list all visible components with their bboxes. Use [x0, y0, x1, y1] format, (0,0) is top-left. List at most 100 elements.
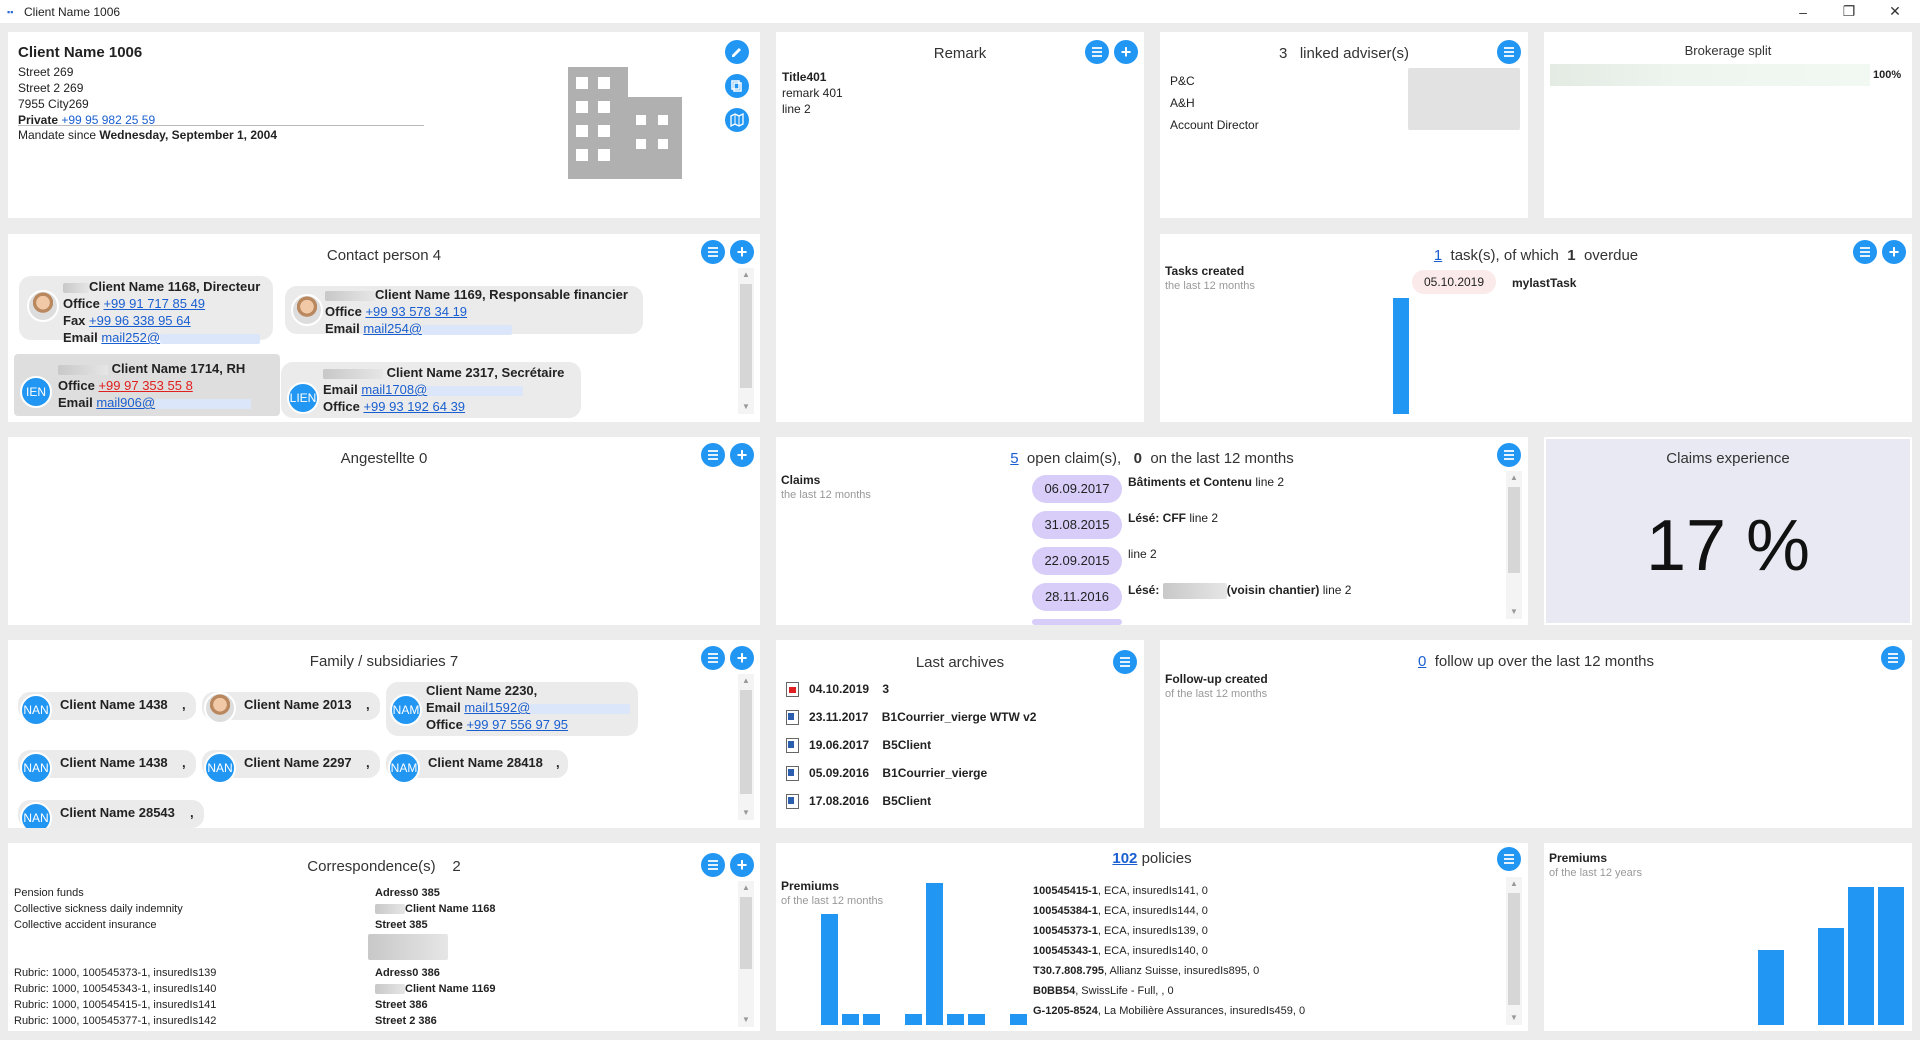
office-phone-link[interactable]: +99 97 556 97 95 — [466, 717, 568, 732]
family-card: Family / subsidiaries 7 + ▲ ▼ NAN Client N… — [8, 640, 760, 828]
client-city: 7955 City269 — [18, 97, 89, 111]
advisers-list-button[interactable] — [1497, 40, 1521, 64]
family-member[interactable]: NAM Client Name 28418, — [386, 750, 568, 784]
policy-detail: , SwissLife - Full, , 0 — [1075, 985, 1174, 997]
tasks-add-button[interactable]: + — [1882, 240, 1906, 264]
member-name: Client Name 28543 — [60, 805, 175, 820]
archive-name[interactable]: B1Courrier_vierge — [882, 766, 987, 780]
family-member[interactable]: NAN Client Name 28543, — [18, 800, 204, 828]
fax-link[interactable]: +99 96 338 95 64 — [89, 313, 191, 328]
policies-scrollbar[interactable]: ▲ ▼ — [1506, 877, 1522, 1025]
list-icon — [1092, 47, 1102, 57]
correspondence-add-button[interactable]: + — [730, 853, 754, 877]
policy-id[interactable]: B0BB54 — [1033, 985, 1075, 997]
email-link[interactable]: mail1592@ — [464, 700, 530, 715]
claim-date[interactable]: 22.09.2015 — [1032, 547, 1122, 575]
policy-id[interactable]: 100545373-1 — [1033, 925, 1098, 937]
list-icon — [1120, 657, 1130, 667]
correspondence-list-button[interactable] — [701, 853, 725, 877]
remark-add-button[interactable]: + — [1114, 40, 1138, 64]
divider — [18, 125, 424, 126]
archive-name[interactable]: B1Courrier_vierge WTW v2 — [882, 710, 1037, 724]
contact-person[interactable]: Client Name 1168, Directeur Office +99 9… — [19, 276, 273, 345]
close-button[interactable]: ✕ — [1872, 0, 1918, 23]
advisers-card: 3 linked adviser(s) P&C A&H Account Dire… — [1160, 32, 1528, 218]
avatar: IEN — [20, 376, 52, 408]
archive-name[interactable]: B5Client — [882, 738, 931, 752]
policies-list-button[interactable] — [1497, 847, 1521, 871]
list-icon — [1504, 450, 1514, 460]
claim-date[interactable]: 28.11.2016 — [1032, 583, 1122, 611]
remark-list-button[interactable] — [1085, 40, 1109, 64]
brokerage-card: Brokerage split 100% — [1544, 32, 1912, 218]
member-suffix: , — [366, 755, 370, 770]
archive-name[interactable]: 3 — [882, 682, 889, 696]
list-icon — [708, 860, 718, 870]
copy-button[interactable] — [725, 74, 749, 98]
policy-id[interactable]: T30.7.808.795 — [1033, 965, 1104, 977]
contact-person[interactable]: IEN Client Name 1714, RH Office +99 97 3… — [14, 354, 280, 416]
archive-date: 23.11.2017 — [809, 710, 869, 724]
policy-id[interactable]: 100545384-1 — [1033, 905, 1098, 917]
office-phone-link[interactable]: +99 93 192 64 39 — [363, 399, 465, 414]
family-member[interactable]: NAN Client Name 1438, — [18, 692, 196, 726]
email-link[interactable]: mail252@ — [101, 330, 160, 345]
family-member[interactable]: Client Name 2013, — [202, 692, 380, 724]
claims-list-button[interactable] — [1497, 443, 1521, 467]
claim-date[interactable]: 31.08.2015 — [1032, 511, 1122, 539]
family-list-button[interactable] — [701, 646, 725, 670]
angestellte-add-button[interactable]: + — [730, 443, 754, 467]
tasks-count-link[interactable]: 1 — [1434, 247, 1442, 264]
claims-chart-title: Claims — [781, 473, 821, 487]
contact-add-button[interactable]: + — [730, 240, 754, 264]
map-button[interactable] — [725, 108, 749, 132]
member-suffix: , — [182, 697, 186, 712]
office-phone-link[interactable]: +99 93 578 34 19 — [365, 304, 467, 319]
policies-count-link[interactable]: 102 — [1112, 850, 1137, 867]
premium-bar — [1758, 950, 1784, 1025]
archive-name[interactable]: B5Client — [882, 794, 931, 808]
followup-count-link[interactable]: 0 — [1418, 653, 1426, 670]
angestellte-list-button[interactable] — [701, 443, 725, 467]
claims-recent-count: 0 — [1133, 450, 1142, 467]
tasks-chart-title: Tasks created — [1165, 264, 1245, 278]
contact-person[interactable]: LIEN Client Name 2317, Secrétaire Email … — [281, 362, 581, 418]
correspondence-scrollbar[interactable]: ▲ ▼ — [738, 881, 754, 1027]
tasks-list-button[interactable] — [1853, 240, 1877, 264]
claims-scrollbar[interactable]: ▲ ▼ — [1506, 471, 1522, 619]
family-add-button[interactable]: + — [730, 646, 754, 670]
premium-bar — [1878, 887, 1904, 1025]
archives-list-button[interactable] — [1113, 650, 1137, 674]
family-scrollbar[interactable]: ▲ ▼ — [738, 674, 754, 820]
policy-id[interactable]: G-1205-8524 — [1033, 1005, 1098, 1017]
claim-date[interactable]: 06.09.2017 — [1032, 475, 1122, 503]
edit-button[interactable] — [725, 40, 749, 64]
email-label: Email — [325, 321, 360, 336]
contact-scrollbar[interactable]: ▲ ▼ — [738, 268, 754, 414]
email-link[interactable]: mail254@ — [363, 321, 422, 336]
claim-extra: line 2 — [1322, 583, 1352, 598]
email-link[interactable]: mail906@ — [96, 395, 155, 410]
policy-id[interactable]: 100545415-1 — [1033, 885, 1098, 897]
policy-id[interactable]: 100545343-1 — [1033, 945, 1098, 957]
contact-person[interactable]: Client Name 1169, Responsable financier … — [285, 286, 643, 336]
family-member[interactable]: NAN Client Name 1438, — [18, 750, 196, 784]
contact-list-button[interactable] — [701, 240, 725, 264]
claim-label: Lésé: — [1128, 583, 1160, 598]
claims-open-count-link[interactable]: 5 — [1010, 450, 1018, 467]
email-link[interactable]: mail1708@ — [361, 382, 427, 397]
followup-card: 0 follow up over the last 12 months Foll… — [1160, 640, 1912, 828]
premium-bar — [926, 883, 943, 1025]
task-name[interactable]: mylastTask — [1512, 276, 1576, 290]
correspondence-rubric: Rubric: 1000, 100545373-1, insuredIs139 — [14, 967, 217, 979]
minimize-button[interactable]: – — [1780, 0, 1826, 23]
family-member[interactable]: NAN Client Name 2297, — [202, 750, 380, 784]
maximize-button[interactable]: ❐ — [1826, 0, 1872, 23]
followup-list-button[interactable] — [1881, 646, 1905, 670]
family-member[interactable]: NAM Client Name 2230, Email mail1592@ Of… — [386, 682, 638, 736]
office-label: Office — [426, 717, 463, 732]
office-phone-link[interactable]: +99 97 353 55 8 — [98, 378, 192, 393]
redacted-block — [368, 934, 448, 960]
premium-bar — [1818, 928, 1844, 1025]
office-phone-link[interactable]: +99 91 717 85 49 — [103, 296, 205, 311]
